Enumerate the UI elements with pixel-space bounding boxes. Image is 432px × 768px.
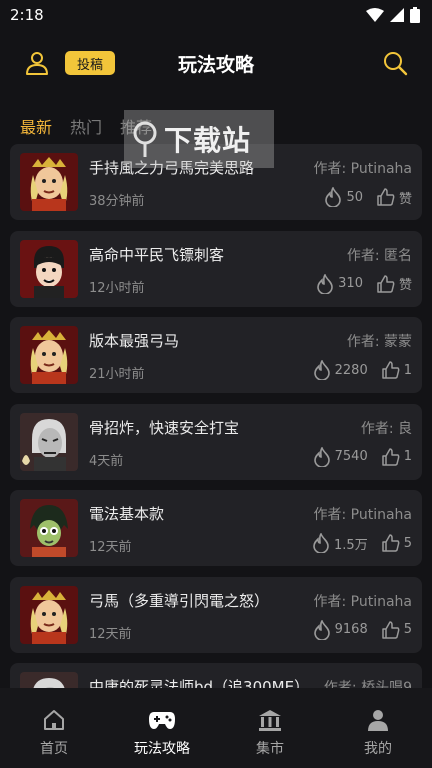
profile-icon bbox=[368, 710, 388, 731]
guide-title: 版本最强弓马 bbox=[89, 332, 180, 350]
guide-author: 作者: Putinaha bbox=[313, 507, 412, 523]
guide-list: 手持風之力弓馬完美思路 作者: Putinaha 38分钟前 50 赞 高命中平… bbox=[10, 144, 422, 690]
guide-author: 作者: 匿名 bbox=[346, 247, 412, 264]
flame-icon bbox=[317, 273, 333, 294]
guide-stats: 1.5万 5 bbox=[312, 533, 412, 553]
guide-time: 12小时前 bbox=[89, 280, 145, 296]
like-count: 赞 bbox=[398, 278, 412, 293]
guide-stats: 310 赞 bbox=[316, 273, 412, 294]
avatar bbox=[20, 153, 78, 211]
nav-guides[interactable]: 玩法攻略 bbox=[108, 688, 216, 768]
necromancer-avatar-icon bbox=[20, 412, 78, 471]
like-count: 1 bbox=[403, 449, 412, 464]
nav-market[interactable]: 集市 bbox=[216, 688, 324, 768]
thumbs-up-icon[interactable] bbox=[377, 274, 395, 293]
guide-card[interactable]: 骨招炸，快速安全打宝 作者: 良 4天前 7540 1 bbox=[10, 403, 422, 480]
like-count: 5 bbox=[403, 535, 412, 551]
guide-time: 12天前 bbox=[89, 540, 132, 555]
header: 投稿 玩法攻略 bbox=[0, 38, 432, 88]
guide-title: 電法基本款 bbox=[89, 505, 165, 523]
guide-stats: 9168 5 bbox=[313, 619, 412, 640]
nav-label: 首页 bbox=[40, 741, 68, 757]
flame-icon bbox=[313, 446, 330, 467]
nav-profile[interactable]: 我的 bbox=[324, 688, 432, 768]
guide-title: 弓馬（多重導引閃電之怒） bbox=[89, 591, 270, 610]
guide-stats: 50 赞 bbox=[324, 187, 412, 207]
heat-count: 2280 bbox=[334, 362, 368, 378]
guide-stats: 2280 1 bbox=[313, 360, 412, 380]
status-time: 2:18 bbox=[10, 6, 44, 24]
flame-icon bbox=[313, 619, 330, 640]
nav-label: 我的 bbox=[364, 741, 392, 757]
flame-icon bbox=[313, 533, 329, 553]
wifi-icon bbox=[366, 8, 384, 22]
market-icon bbox=[259, 710, 281, 731]
avatar bbox=[20, 326, 78, 384]
guide-card[interactable]: 高命中平民飞镖刺客 作者: 匿名 12小时前 310 赞 bbox=[10, 230, 422, 307]
guide-time: 38分钟前 bbox=[89, 194, 145, 209]
heat-count: 310 bbox=[338, 276, 363, 291]
tab-hot[interactable]: 热门 bbox=[70, 114, 102, 138]
sorceress-avatar-icon bbox=[20, 499, 78, 557]
battery-icon bbox=[410, 7, 420, 23]
watermark: 下载站 bbox=[124, 110, 274, 168]
signal-icon bbox=[390, 8, 404, 22]
flame-icon bbox=[313, 360, 330, 380]
thumbs-up-icon[interactable] bbox=[381, 447, 400, 466]
guide-time: 4天前 bbox=[89, 453, 124, 469]
guide-title: 高命中平民飞镖刺客 bbox=[89, 245, 225, 264]
search-icon[interactable] bbox=[382, 50, 408, 76]
guide-time: 21小时前 bbox=[89, 367, 145, 382]
status-icons bbox=[366, 7, 420, 23]
avatar bbox=[20, 585, 78, 644]
like-count: 赞 bbox=[398, 191, 412, 207]
guide-stats: 7540 1 bbox=[313, 446, 412, 467]
tab-latest[interactable]: 最新 bbox=[20, 114, 52, 138]
watermark-logo-icon bbox=[133, 121, 157, 157]
guide-card[interactable]: 弓馬（多重導引閃電之怒） 作者: Putinaha 12天前 9168 5 bbox=[10, 576, 422, 653]
heat-count: 50 bbox=[346, 189, 363, 205]
guide-card[interactable]: 電法基本款 作者: Putinaha 12天前 1.5万 5 bbox=[10, 490, 422, 566]
avatar bbox=[20, 499, 78, 557]
guide-title: 骨招炸，快速安全打宝 bbox=[89, 418, 240, 437]
assassin-avatar-icon bbox=[20, 239, 78, 298]
guide-author: 作者: 蒙蒙 bbox=[346, 334, 412, 350]
flame-icon bbox=[325, 187, 342, 207]
thumbs-up-icon[interactable] bbox=[381, 620, 400, 639]
nav-label: 集市 bbox=[256, 741, 284, 757]
avatar bbox=[20, 412, 78, 471]
home-icon bbox=[44, 710, 64, 730]
thumbs-up-icon[interactable] bbox=[377, 188, 395, 206]
guide-time: 12天前 bbox=[89, 626, 132, 642]
archer-avatar-icon bbox=[20, 326, 78, 384]
thumbs-up-icon[interactable] bbox=[381, 361, 400, 379]
guide-card[interactable]: 版本最强弓马 作者: 蒙蒙 21小时前 2280 1 bbox=[10, 317, 422, 393]
nav-home[interactable]: 首页 bbox=[0, 688, 108, 768]
guide-author: 作者: Putinaha bbox=[313, 161, 412, 177]
guide-author: 作者: Putinaha bbox=[313, 593, 412, 610]
thumbs-up-icon[interactable] bbox=[381, 534, 400, 552]
status-bar: 2:18 bbox=[0, 0, 432, 30]
warrior-avatar-icon bbox=[20, 153, 78, 211]
guide-author: 作者: 良 bbox=[360, 420, 412, 437]
page-title: 玩法攻略 bbox=[177, 54, 254, 76]
nav-label: 玩法攻略 bbox=[134, 741, 190, 757]
heat-count: 1.5万 bbox=[334, 537, 368, 553]
archer-avatar-icon bbox=[20, 585, 78, 644]
heat-count: 7540 bbox=[334, 449, 368, 464]
bottom-nav: 首页 玩法攻略 集市 我的 bbox=[0, 688, 432, 768]
guide-card[interactable]: 中庸的死灵法师bd（追300ME） 作者: 桥头唱9 bbox=[10, 663, 422, 690]
gamepad-icon bbox=[149, 712, 175, 729]
like-count: 1 bbox=[403, 362, 412, 378]
heat-count: 9168 bbox=[334, 622, 368, 637]
like-count: 5 bbox=[403, 622, 412, 637]
avatar bbox=[20, 239, 78, 298]
watermark-text: 下载站 bbox=[164, 124, 252, 157]
